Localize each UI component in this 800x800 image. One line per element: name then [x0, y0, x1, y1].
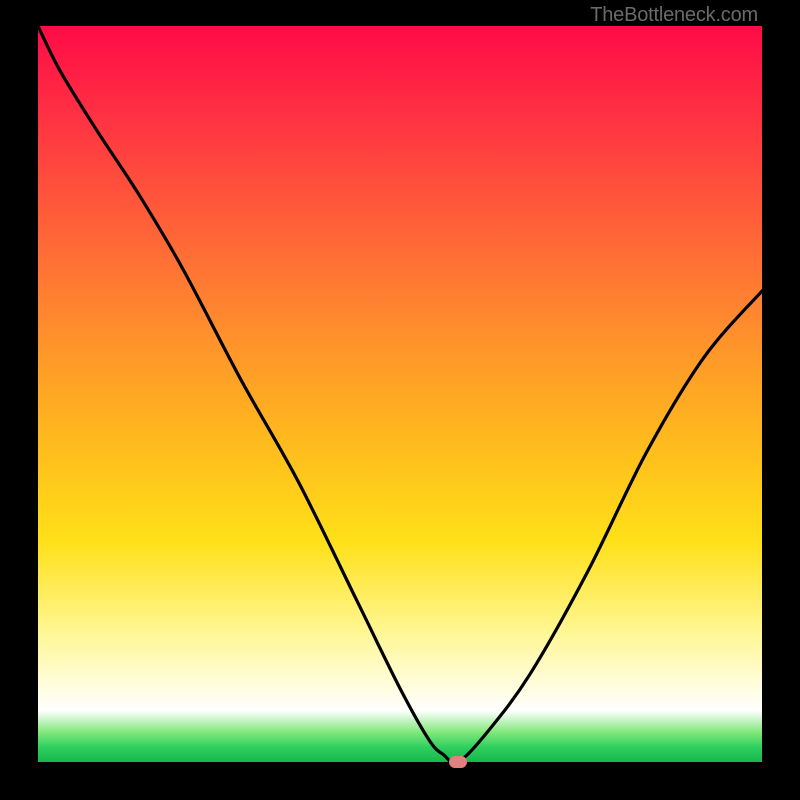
plot-area	[38, 26, 762, 762]
min-point-marker	[449, 756, 467, 768]
chart-frame: TheBottleneck.com	[0, 0, 800, 800]
bottleneck-curve	[38, 26, 762, 762]
watermark-text: TheBottleneck.com	[590, 4, 758, 27]
